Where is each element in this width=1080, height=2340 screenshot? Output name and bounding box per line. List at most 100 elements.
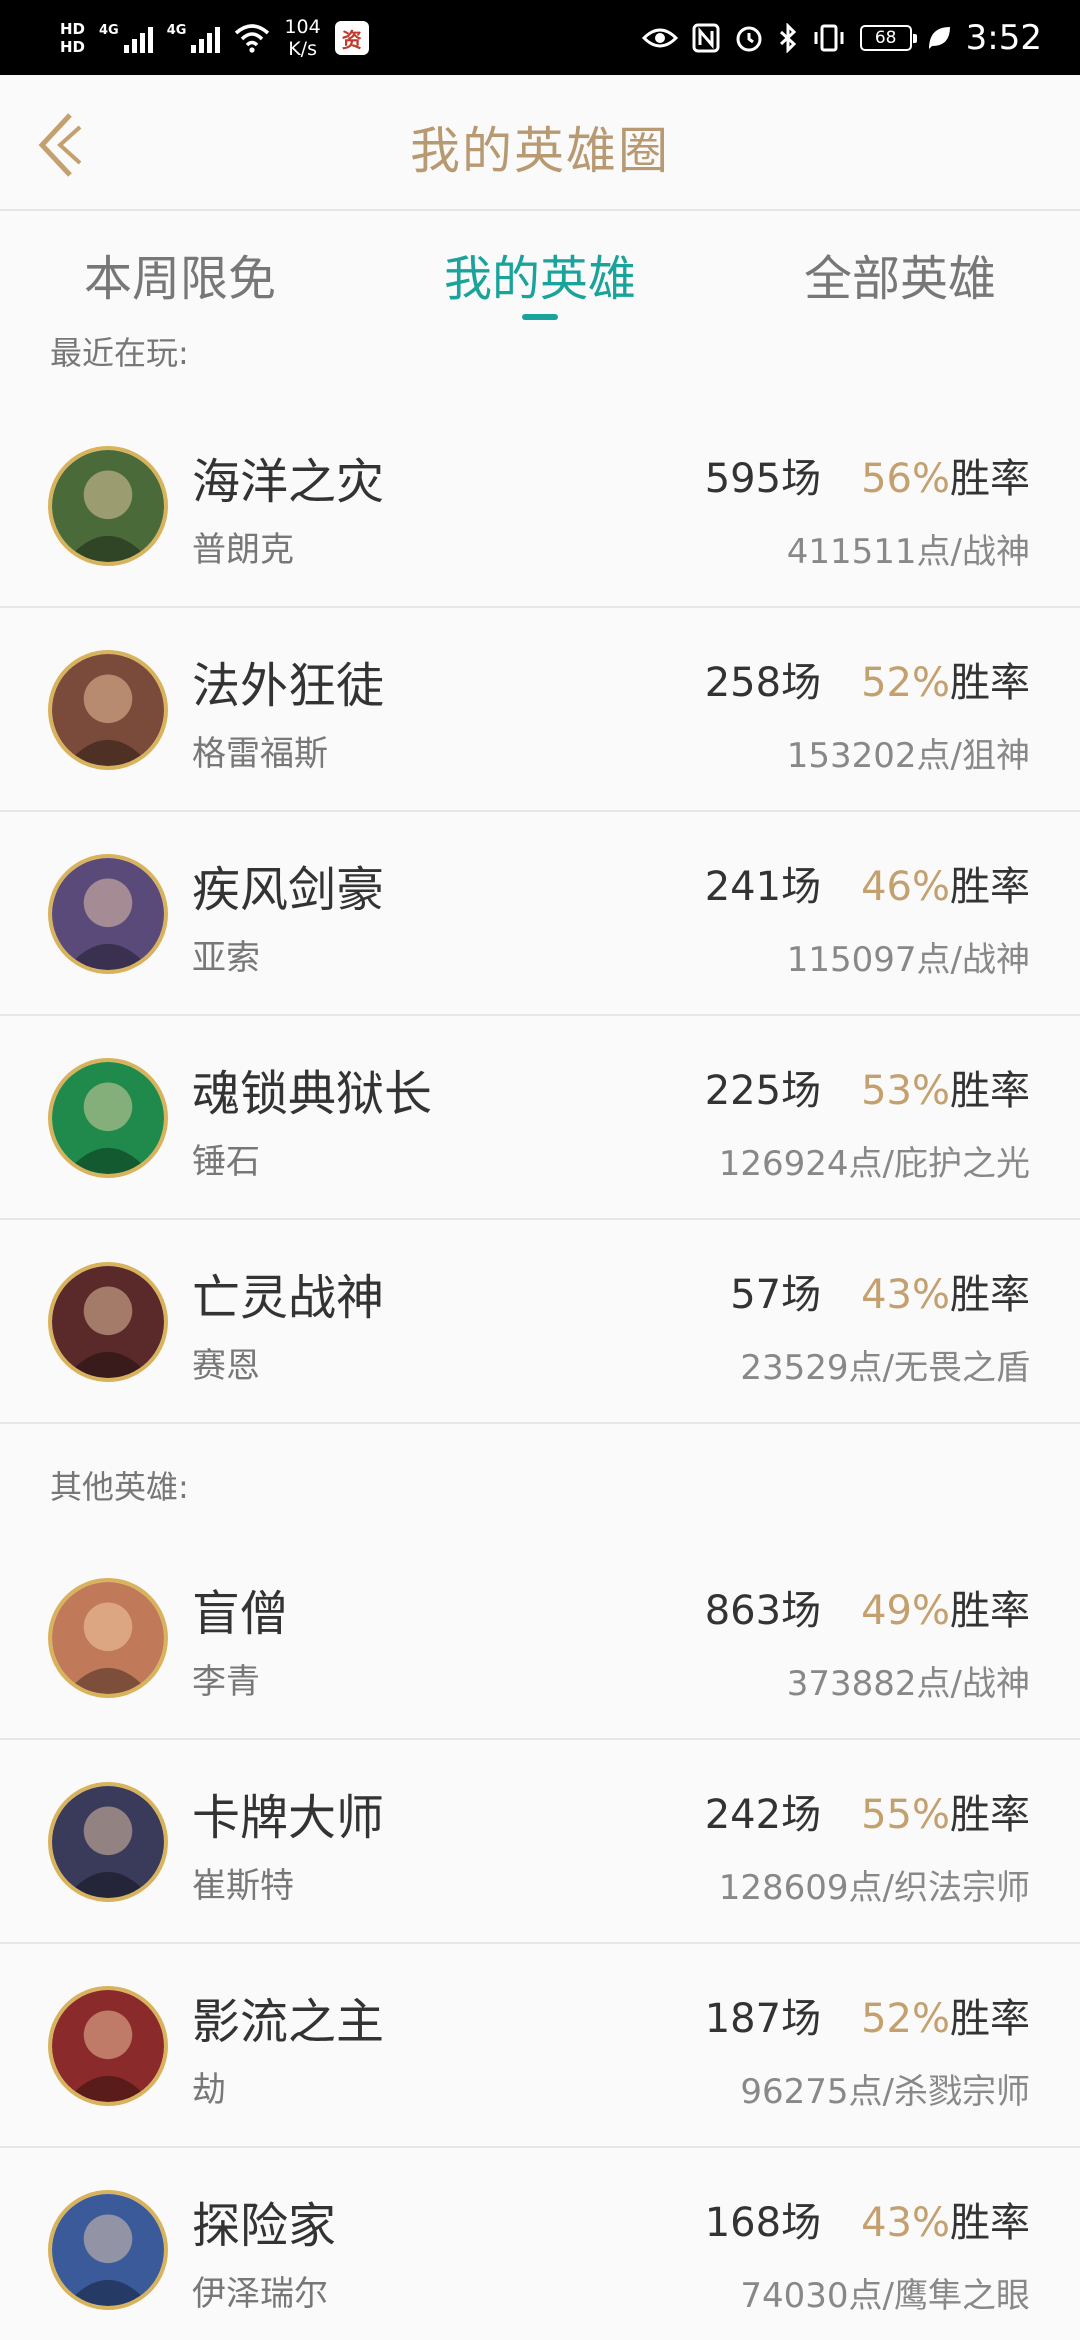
hero-points: 411511点/战神 bbox=[786, 532, 1030, 572]
hero-row[interactable]: 亡灵战神 赛恩 57场 43%胜率 23529点/无畏之盾 bbox=[0, 1220, 1080, 1424]
hero-portrait-icon bbox=[52, 450, 164, 562]
app-notification-icon: 资 bbox=[334, 21, 369, 55]
hero-row[interactable]: 疾风剑豪 亚索 241场 46%胜率 115097点/战神 bbox=[0, 812, 1080, 1016]
hero-points: 126924点/庇护之光 bbox=[718, 1144, 1030, 1184]
speed-value: 104 bbox=[284, 16, 321, 38]
alarm-icon bbox=[736, 26, 762, 52]
hero-stats: 225场 53%胜率 bbox=[705, 1058, 1030, 1116]
hero-row[interactable]: 探险家伊泽瑞尔 168场 43%胜率 74030点/鹰隼之眼 bbox=[0, 2148, 1080, 2340]
tab-my-heroes[interactable]: 我的英雄 bbox=[360, 239, 720, 309]
hero-portrait-icon bbox=[52, 2194, 164, 2306]
battery-level: 68 bbox=[874, 28, 897, 48]
hero-name: 劫 bbox=[192, 2070, 226, 2110]
hd1-label: HD bbox=[60, 20, 86, 38]
hero-row[interactable]: 法外狂徒格雷福斯 258场 52%胜率 153202点/狙神 bbox=[0, 608, 1080, 812]
tab-weekly-free[interactable]: 本周限免 bbox=[0, 239, 360, 309]
hero-stats: 863场 49%胜率 bbox=[705, 1578, 1030, 1636]
page-title: 我的英雄圈 bbox=[410, 122, 670, 180]
hero-name: 崔斯特 bbox=[192, 1866, 294, 1906]
hero-avatar bbox=[48, 2190, 168, 2310]
win-rate-label: 胜率 bbox=[950, 864, 1030, 910]
network-speed: 104 K/s bbox=[284, 16, 320, 60]
win-rate: 53% bbox=[861, 1068, 950, 1114]
hero-name: 李青 bbox=[192, 1662, 260, 1702]
win-rate-label: 胜率 bbox=[950, 1068, 1030, 1114]
hero-stats: 168场 43%胜率 bbox=[705, 2190, 1030, 2248]
hero-stats: 187场 52%胜率 bbox=[705, 1986, 1030, 2044]
hero-row[interactable]: 海洋之灾普朗克 595场 56%胜率 411511点/战神 bbox=[0, 404, 1080, 608]
win-rate-label: 胜率 bbox=[950, 1996, 1030, 2042]
hero-title: 魂锁典狱长 bbox=[192, 1066, 433, 1122]
win-rate-label: 胜率 bbox=[950, 1588, 1030, 1634]
hero-row[interactable]: 盲僧李青 863场 49%胜率 373882点/战神 bbox=[0, 1536, 1080, 1740]
section-label-other: 其他英雄: bbox=[50, 1468, 189, 1506]
nfc-icon bbox=[692, 23, 720, 53]
hero-stats: 57场 43%胜率 bbox=[730, 1262, 1030, 1320]
win-rate: 49% bbox=[861, 1588, 950, 1634]
games-played: 595场 bbox=[704, 456, 822, 502]
hero-title: 探险家 bbox=[192, 2198, 337, 2254]
status-bar-left: HD HD 4G 4G 104 K/s 资 bbox=[60, 8, 369, 68]
hero-name: 格雷福斯 bbox=[192, 734, 328, 774]
hero-portrait-icon bbox=[52, 1582, 164, 1694]
win-rate: 43% bbox=[861, 1272, 950, 1318]
hero-title: 盲僧 bbox=[192, 1586, 289, 1642]
hero-portrait-icon bbox=[52, 1786, 164, 1898]
hero-row[interactable]: 卡牌大师 崔斯特 242场 55%胜率 128609点/织法宗师 bbox=[0, 1740, 1080, 1944]
eye-icon bbox=[641, 28, 678, 48]
win-rate: 46% bbox=[861, 864, 950, 910]
tab-all-heroes[interactable]: 全部英雄 bbox=[720, 239, 1080, 309]
vibrate-icon bbox=[814, 24, 844, 52]
games-played: 225场 bbox=[704, 1068, 822, 1114]
hero-title: 疾风剑豪 bbox=[192, 862, 385, 918]
leaf-icon bbox=[928, 27, 950, 49]
win-rate: 52% bbox=[861, 660, 950, 706]
games-played: 242场 bbox=[704, 1792, 822, 1838]
hero-avatar bbox=[48, 1578, 168, 1698]
win-rate: 55% bbox=[861, 1792, 950, 1838]
games-played: 57场 bbox=[730, 1272, 822, 1318]
win-rate: 56% bbox=[861, 456, 950, 502]
win-rate-label: 胜率 bbox=[950, 456, 1030, 502]
tab-bar: 本周限免 我的英雄 全部英雄 bbox=[0, 211, 1080, 321]
hero-portrait-icon bbox=[52, 654, 164, 766]
hero-points: 373882点/战神 bbox=[786, 1664, 1030, 1704]
hero-title: 亡灵战神 bbox=[192, 1270, 385, 1326]
speed-unit: K/s bbox=[288, 38, 317, 60]
hero-avatar bbox=[48, 1986, 168, 2106]
hero-title: 海洋之灾 bbox=[192, 454, 385, 510]
section-label-recent: 最近在玩: bbox=[50, 334, 189, 372]
hero-points: 96275点/杀戮宗师 bbox=[740, 2072, 1030, 2112]
hero-points: 74030点/鹰隼之眼 bbox=[740, 2276, 1030, 2316]
hero-points: 128609点/织法宗师 bbox=[718, 1868, 1030, 1908]
hero-avatar bbox=[48, 446, 168, 566]
status-bar: HD HD 4G 4G 104 K/s 资 68 3:52 bbox=[0, 0, 1080, 75]
games-played: 168场 bbox=[704, 2200, 822, 2246]
hero-avatar bbox=[48, 650, 168, 770]
hero-name: 伊泽瑞尔 bbox=[192, 2274, 328, 2314]
hero-name: 亚索 bbox=[192, 938, 260, 978]
hero-avatar bbox=[48, 1782, 168, 1902]
hero-points: 115097点/战神 bbox=[786, 940, 1030, 980]
hero-points: 23529点/无畏之盾 bbox=[740, 1348, 1030, 1388]
win-rate-label: 胜率 bbox=[950, 660, 1030, 706]
hd-indicator: HD HD bbox=[60, 20, 85, 56]
network-type-2: 4G bbox=[166, 23, 187, 38]
hero-portrait-icon bbox=[52, 1266, 164, 1378]
hero-points: 153202点/狙神 bbox=[786, 736, 1030, 776]
hero-avatar bbox=[48, 1058, 168, 1178]
hero-name: 普朗克 bbox=[192, 530, 294, 570]
win-rate-label: 胜率 bbox=[950, 2200, 1030, 2246]
hero-title: 卡牌大师 bbox=[192, 1790, 385, 1846]
status-bar-right: 68 3:52 bbox=[641, 8, 1042, 68]
hero-stats: 595场 56%胜率 bbox=[705, 446, 1030, 504]
hero-title: 法外狂徒 bbox=[192, 658, 385, 714]
hero-portrait-icon bbox=[52, 858, 164, 970]
wifi-icon bbox=[235, 24, 270, 53]
win-rate: 52% bbox=[861, 1996, 950, 2042]
hero-portrait-icon bbox=[52, 1062, 164, 1174]
tab-active-indicator bbox=[522, 314, 558, 320]
hero-row[interactable]: 影流之主劫 187场 52%胜率 96275点/杀戮宗师 bbox=[0, 1944, 1080, 2148]
hero-stats: 258场 52%胜率 bbox=[705, 650, 1030, 708]
hero-row[interactable]: 魂锁典狱长 锤石 225场 53%胜率 126924点/庇护之光 bbox=[0, 1016, 1080, 1220]
